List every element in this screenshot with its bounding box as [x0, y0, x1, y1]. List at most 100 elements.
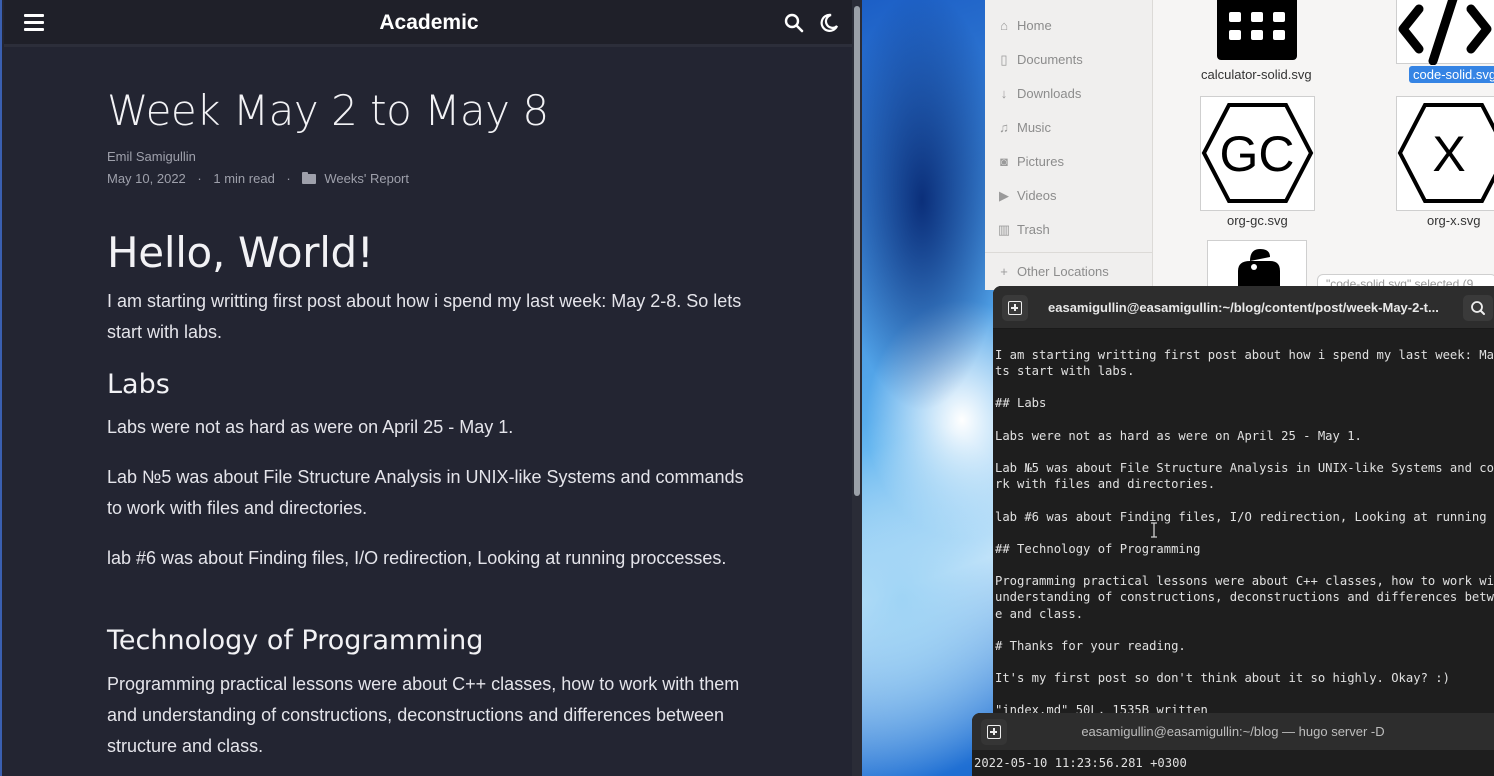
browser-window: Academic Week May 2 to May 8 Emil Samigu… [0, 0, 862, 776]
sidebar-item-downloads[interactable]: ↓ Downloads [997, 86, 1082, 108]
sidebar-item-documents[interactable]: ▯ Documents [997, 52, 1083, 74]
sidebar-item-label: Other Locations [1017, 264, 1109, 279]
sidebar-item-trash[interactable]: ▥ Trash [997, 222, 1050, 244]
terminal-headerbar: easamigullin@easamigullin:~/blog — hugo … [972, 713, 1494, 750]
file-item[interactable]: X [1396, 96, 1494, 211]
document-icon: ▯ [1000, 52, 1008, 67]
hexagon-x-icon: X [1397, 103, 1494, 203]
terminal-search-button[interactable] [1463, 295, 1493, 321]
new-tab-icon [1008, 301, 1022, 315]
paragraph-technology: Programming practical lessons were about… [107, 674, 740, 756]
trash-icon: ▥ [997, 222, 1011, 237]
sidebar-item-label: Trash [1017, 222, 1050, 237]
navbar: Academic [4, 0, 854, 47]
post-date: May 10, 2022 [107, 171, 186, 186]
file-name[interactable]: org-gc.svg [1227, 213, 1288, 228]
paragraph-labs-2: Lab №5 was about File Structure Analysis… [107, 467, 744, 518]
python-icon [1238, 249, 1280, 289]
terminal-line: I am starting writting first post about … [995, 348, 1494, 362]
heading-labs: Labs [107, 369, 170, 400]
post-category-link[interactable]: Weeks' Report [324, 171, 409, 186]
terminal-line: e and class. [995, 606, 1084, 621]
folder-icon [302, 172, 317, 184]
terminal-line: lab #6 was about Finding files, I/O redi… [995, 509, 1494, 524]
terminal-line: # Thanks for your reading. [995, 638, 1186, 653]
search-icon [1471, 301, 1485, 315]
sidebar-item-label: Documents [1017, 52, 1083, 67]
meta-separator: · [286, 171, 291, 186]
sidebar-item-label: Downloads [1017, 86, 1082, 101]
paragraph-labs-1: Labs were not as hard as were on April 2… [107, 417, 514, 437]
site-title[interactable]: Academic [4, 11, 854, 35]
heading-technology: Technology of Programming [107, 625, 484, 656]
post-author[interactable]: Emil Samigullin [107, 149, 196, 164]
sidebar-item-videos[interactable]: ▶ Videos [997, 188, 1057, 210]
file-manager-window: ⌂ Home ▯ Documents ↓ Downloads ♫ Music ◙ Pict… [985, 0, 1494, 294]
sidebar-item-pictures[interactable]: ◙ Pictures [997, 154, 1064, 176]
meta-separator: · [197, 171, 202, 186]
sidebar-item-label: Home [1017, 18, 1052, 33]
sidebar-item-label: Music [1017, 120, 1051, 135]
calculator-icon [1217, 0, 1297, 60]
moon-icon[interactable] [819, 13, 839, 33]
svg-text:GC: GC [1220, 126, 1295, 182]
download-icon: ↓ [1000, 86, 1008, 101]
code-icon [1398, 0, 1492, 66]
terminal-line: Lab №5 was about File Structure Analysis… [995, 461, 1494, 476]
terminal-line: ts start with labs. [995, 364, 1135, 379]
file-item[interactable]: GC [1200, 96, 1315, 211]
sidebar-divider [985, 252, 1153, 253]
paragraph-labs-3: lab #6 was about Finding files, I/O redi… [107, 548, 727, 568]
terminal-headerbar: easamigullin@easamigullin:~/blog/content… [993, 286, 1494, 329]
post-meta: May 10, 2022 · 1 min read · Weeks' Repor… [107, 171, 417, 186]
terminal-window-hugo[interactable]: easamigullin@easamigullin:~/blog — hugo … [972, 713, 1494, 776]
paragraph-intro: I am starting writting first post about … [107, 291, 742, 342]
terminal-line: It's my first post so don't think about … [995, 671, 1450, 686]
terminal-line: rk with files and directories. [995, 477, 1216, 492]
heading-hello-world: Hello, World! [107, 228, 374, 277]
sidebar-item-label: Videos [1017, 188, 1057, 203]
post-title: Week May 2 to May 8 [107, 86, 549, 135]
hexagon-gc-icon: GC [1201, 103, 1314, 203]
terminal-title: easamigullin@easamigullin:~/blog/content… [1048, 300, 1439, 315]
terminal-line: ## Technology of Programming [995, 541, 1201, 556]
terminal-text[interactable]: I am starting writting first post about … [995, 347, 1494, 719]
terminal-line: Labs were not as hard as were on April 2… [995, 428, 1362, 443]
terminal-title: easamigullin@easamigullin:~/blog — hugo … [1081, 724, 1385, 739]
plus-icon: + [1000, 264, 1008, 279]
search-icon[interactable] [784, 13, 804, 33]
new-tab-button[interactable] [1002, 295, 1028, 321]
home-icon: ⌂ [1000, 18, 1008, 33]
browser-scrollbar-thumb[interactable] [854, 6, 860, 496]
read-time: 1 min read [213, 171, 275, 186]
sidebar-item-label: Pictures [1017, 154, 1064, 169]
camera-icon: ◙ [1000, 154, 1008, 169]
terminal-window-editor[interactable]: easamigullin@easamigullin:~/blog/content… [993, 286, 1494, 726]
svg-text:X: X [1432, 126, 1465, 182]
music-icon: ♫ [999, 120, 1009, 135]
file-name[interactable]: org-x.svg [1427, 213, 1480, 228]
terminal-line: 2022-05-10 11:23:56.281 +0300 [974, 756, 1187, 770]
sidebar-item-music[interactable]: ♫ Music [997, 120, 1051, 142]
terminal-line: understanding of constructions, deconstr… [995, 590, 1494, 605]
text-cursor-icon [1151, 522, 1157, 538]
file-item[interactable] [1207, 240, 1307, 290]
file-name-selected[interactable]: code-solid.svg [1409, 66, 1494, 83]
video-icon: ▶ [999, 188, 1009, 203]
file-item[interactable] [1396, 0, 1494, 66]
sidebar-item-home[interactable]: ⌂ Home [997, 18, 1052, 40]
files-sidebar: ⌂ Home ▯ Documents ↓ Downloads ♫ Music ◙ Pict… [985, 0, 1153, 290]
file-name[interactable]: calculator-solid.svg [1201, 67, 1312, 82]
sidebar-item-other-locations[interactable]: + Other Locations [997, 264, 1109, 286]
terminal-line: Programming practical lessons were about… [995, 574, 1494, 589]
terminal-line: ## Labs [995, 396, 1047, 411]
